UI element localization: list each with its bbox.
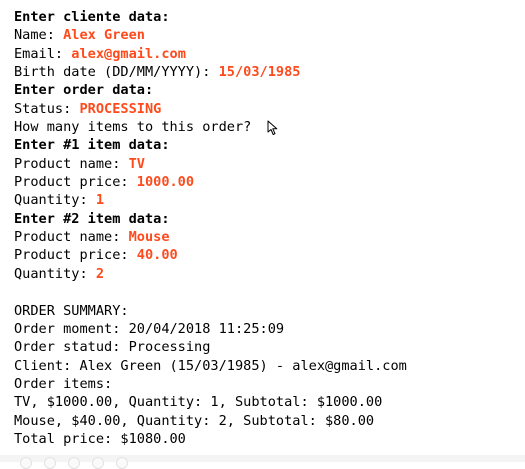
item-1-header: Enter #1 item data: (14, 137, 170, 154)
decorative-dot (116, 457, 128, 469)
order-item-line: TV, $1000.00, Quantity: 1, Subtotal: $10… (14, 394, 383, 411)
items-count-line: How many items to this order? (14, 118, 514, 136)
item-1-name-input-value: TV (128, 155, 145, 172)
total-price-line: Total price: $1080.00 (14, 430, 186, 447)
status-prompt: Status: (14, 100, 80, 117)
name-line: Name: Alex Green (14, 26, 514, 44)
item-1-quantity-line: Quantity: 1 (14, 191, 514, 209)
email-prompt: Email: (14, 45, 72, 62)
decorative-dot (20, 457, 32, 469)
item-2-quantity-input-value: 2 (95, 265, 105, 282)
birth-date-line: Birth date (DD/MM/YYYY): 15/03/1985 (14, 63, 514, 81)
item-1-price-line: Product price: 1000.00 (14, 173, 514, 191)
order-data-header: Enter order data: (14, 82, 154, 99)
decorative-dot (68, 457, 80, 469)
decorative-dot (92, 457, 104, 469)
name-prompt: Name: (14, 27, 64, 44)
birth-date-prompt: Birth date (DD/MM/YYYY): (14, 64, 219, 81)
item-2-name-line: Product name: Mouse (14, 228, 514, 246)
items-count-prompt: How many items to this order? (14, 119, 260, 136)
console-output: Enter cliente data: Name: Alex Green Ema… (14, 8, 514, 448)
status-line: Status: PROCESSING (14, 100, 514, 118)
email-input-value: alex@gmail.com (71, 45, 186, 62)
order-item-line: Mouse, $40.00, Quantity: 2, Subtotal: $8… (14, 412, 375, 429)
item-2-quantity-prompt: Quantity: (14, 265, 96, 282)
order-summary-header: ORDER SUMMARY: (14, 302, 129, 319)
item-2-header: Enter #2 item data: (14, 210, 170, 227)
decorative-dot (44, 457, 56, 469)
item-2-name-input-value: Mouse (128, 229, 170, 246)
order-items-label: Order items: (14, 375, 113, 392)
birth-date-input-value: 15/03/1985 (218, 64, 301, 81)
item-2-price-prompt: Product price: (14, 247, 137, 264)
item-1-price-input-value: 1000.00 (136, 174, 195, 191)
item-1-name-line: Product name: TV (14, 155, 514, 173)
email-line: Email: alex@gmail.com (14, 45, 514, 63)
name-input-value: Alex Green (63, 27, 145, 44)
client-line: Client: Alex Green (15/03/1985) - alex@g… (14, 357, 407, 374)
order-moment-line: Order moment: 20/04/2018 11:25:09 (14, 320, 285, 337)
bottom-edge (0, 455, 525, 469)
order-status-line: Order statud: Processing (14, 339, 211, 356)
item-2-name-prompt: Product name: (14, 229, 129, 246)
item-2-price-line: Product price: 40.00 (14, 246, 514, 264)
item-1-price-prompt: Product price: (14, 174, 137, 191)
status-input-value: PROCESSING (79, 100, 162, 117)
item-1-name-prompt: Product name: (14, 155, 129, 172)
item-2-price-input-value: 40.00 (136, 247, 178, 264)
item-1-quantity-input-value: 1 (95, 192, 105, 209)
client-data-header: Enter cliente data: (14, 9, 170, 25)
item-1-quantity-prompt: Quantity: (14, 192, 96, 209)
mouse-pointer-icon (267, 120, 278, 135)
item-2-quantity-line: Quantity: 2 (14, 265, 514, 283)
